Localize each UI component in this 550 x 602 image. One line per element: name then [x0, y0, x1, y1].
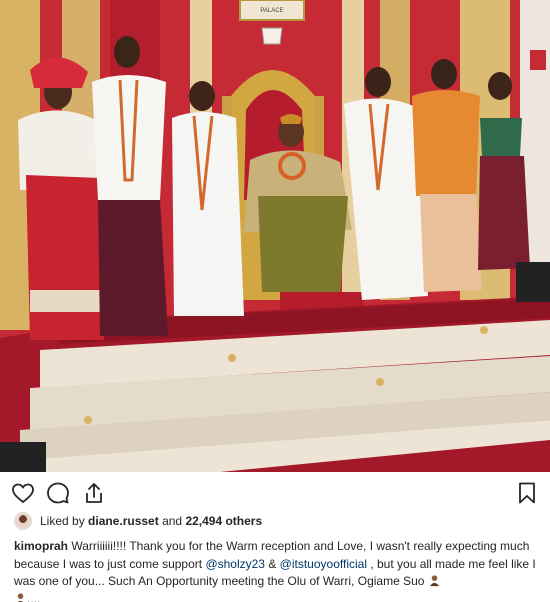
caption-text-4: .... [27, 591, 41, 602]
comment-bubble-icon[interactable] [44, 479, 72, 507]
person-emoji-icon [17, 592, 24, 602]
post-photo[interactable]: PALACE [0, 0, 550, 472]
mention-sholzy23[interactable]: @sholzy23 [205, 557, 265, 571]
liker-avatar[interactable] [14, 512, 32, 530]
bookmark-icon[interactable] [513, 479, 541, 507]
instagram-post: PALACE Liked by diane.russet and 22,494 … [0, 0, 550, 602]
heart-outline-icon[interactable] [9, 479, 37, 507]
mention-itstuoyoofficial[interactable]: @itstuoyoofficial [280, 557, 367, 571]
likes-middle: and [158, 514, 186, 528]
likes-count[interactable]: 22,494 others [185, 514, 262, 528]
likes-summary: Liked by diane.russet and 22,494 others [14, 510, 262, 532]
caption-username[interactable]: kimoprah [14, 539, 68, 553]
post-caption: kimoprah Warriiiiii!!!! Thank you for th… [14, 538, 538, 602]
palace-sign: PALACE [260, 8, 283, 14]
share-arrow-icon[interactable] [80, 479, 108, 507]
likes-prefix: Liked by [40, 514, 89, 528]
caption-text-2: & [264, 556, 280, 571]
throne-room-illustration: PALACE [0, 0, 550, 472]
liker-username[interactable]: diane.russet [88, 514, 159, 528]
person-emoji-icon [429, 575, 439, 587]
post-actions-bar [0, 472, 550, 512]
